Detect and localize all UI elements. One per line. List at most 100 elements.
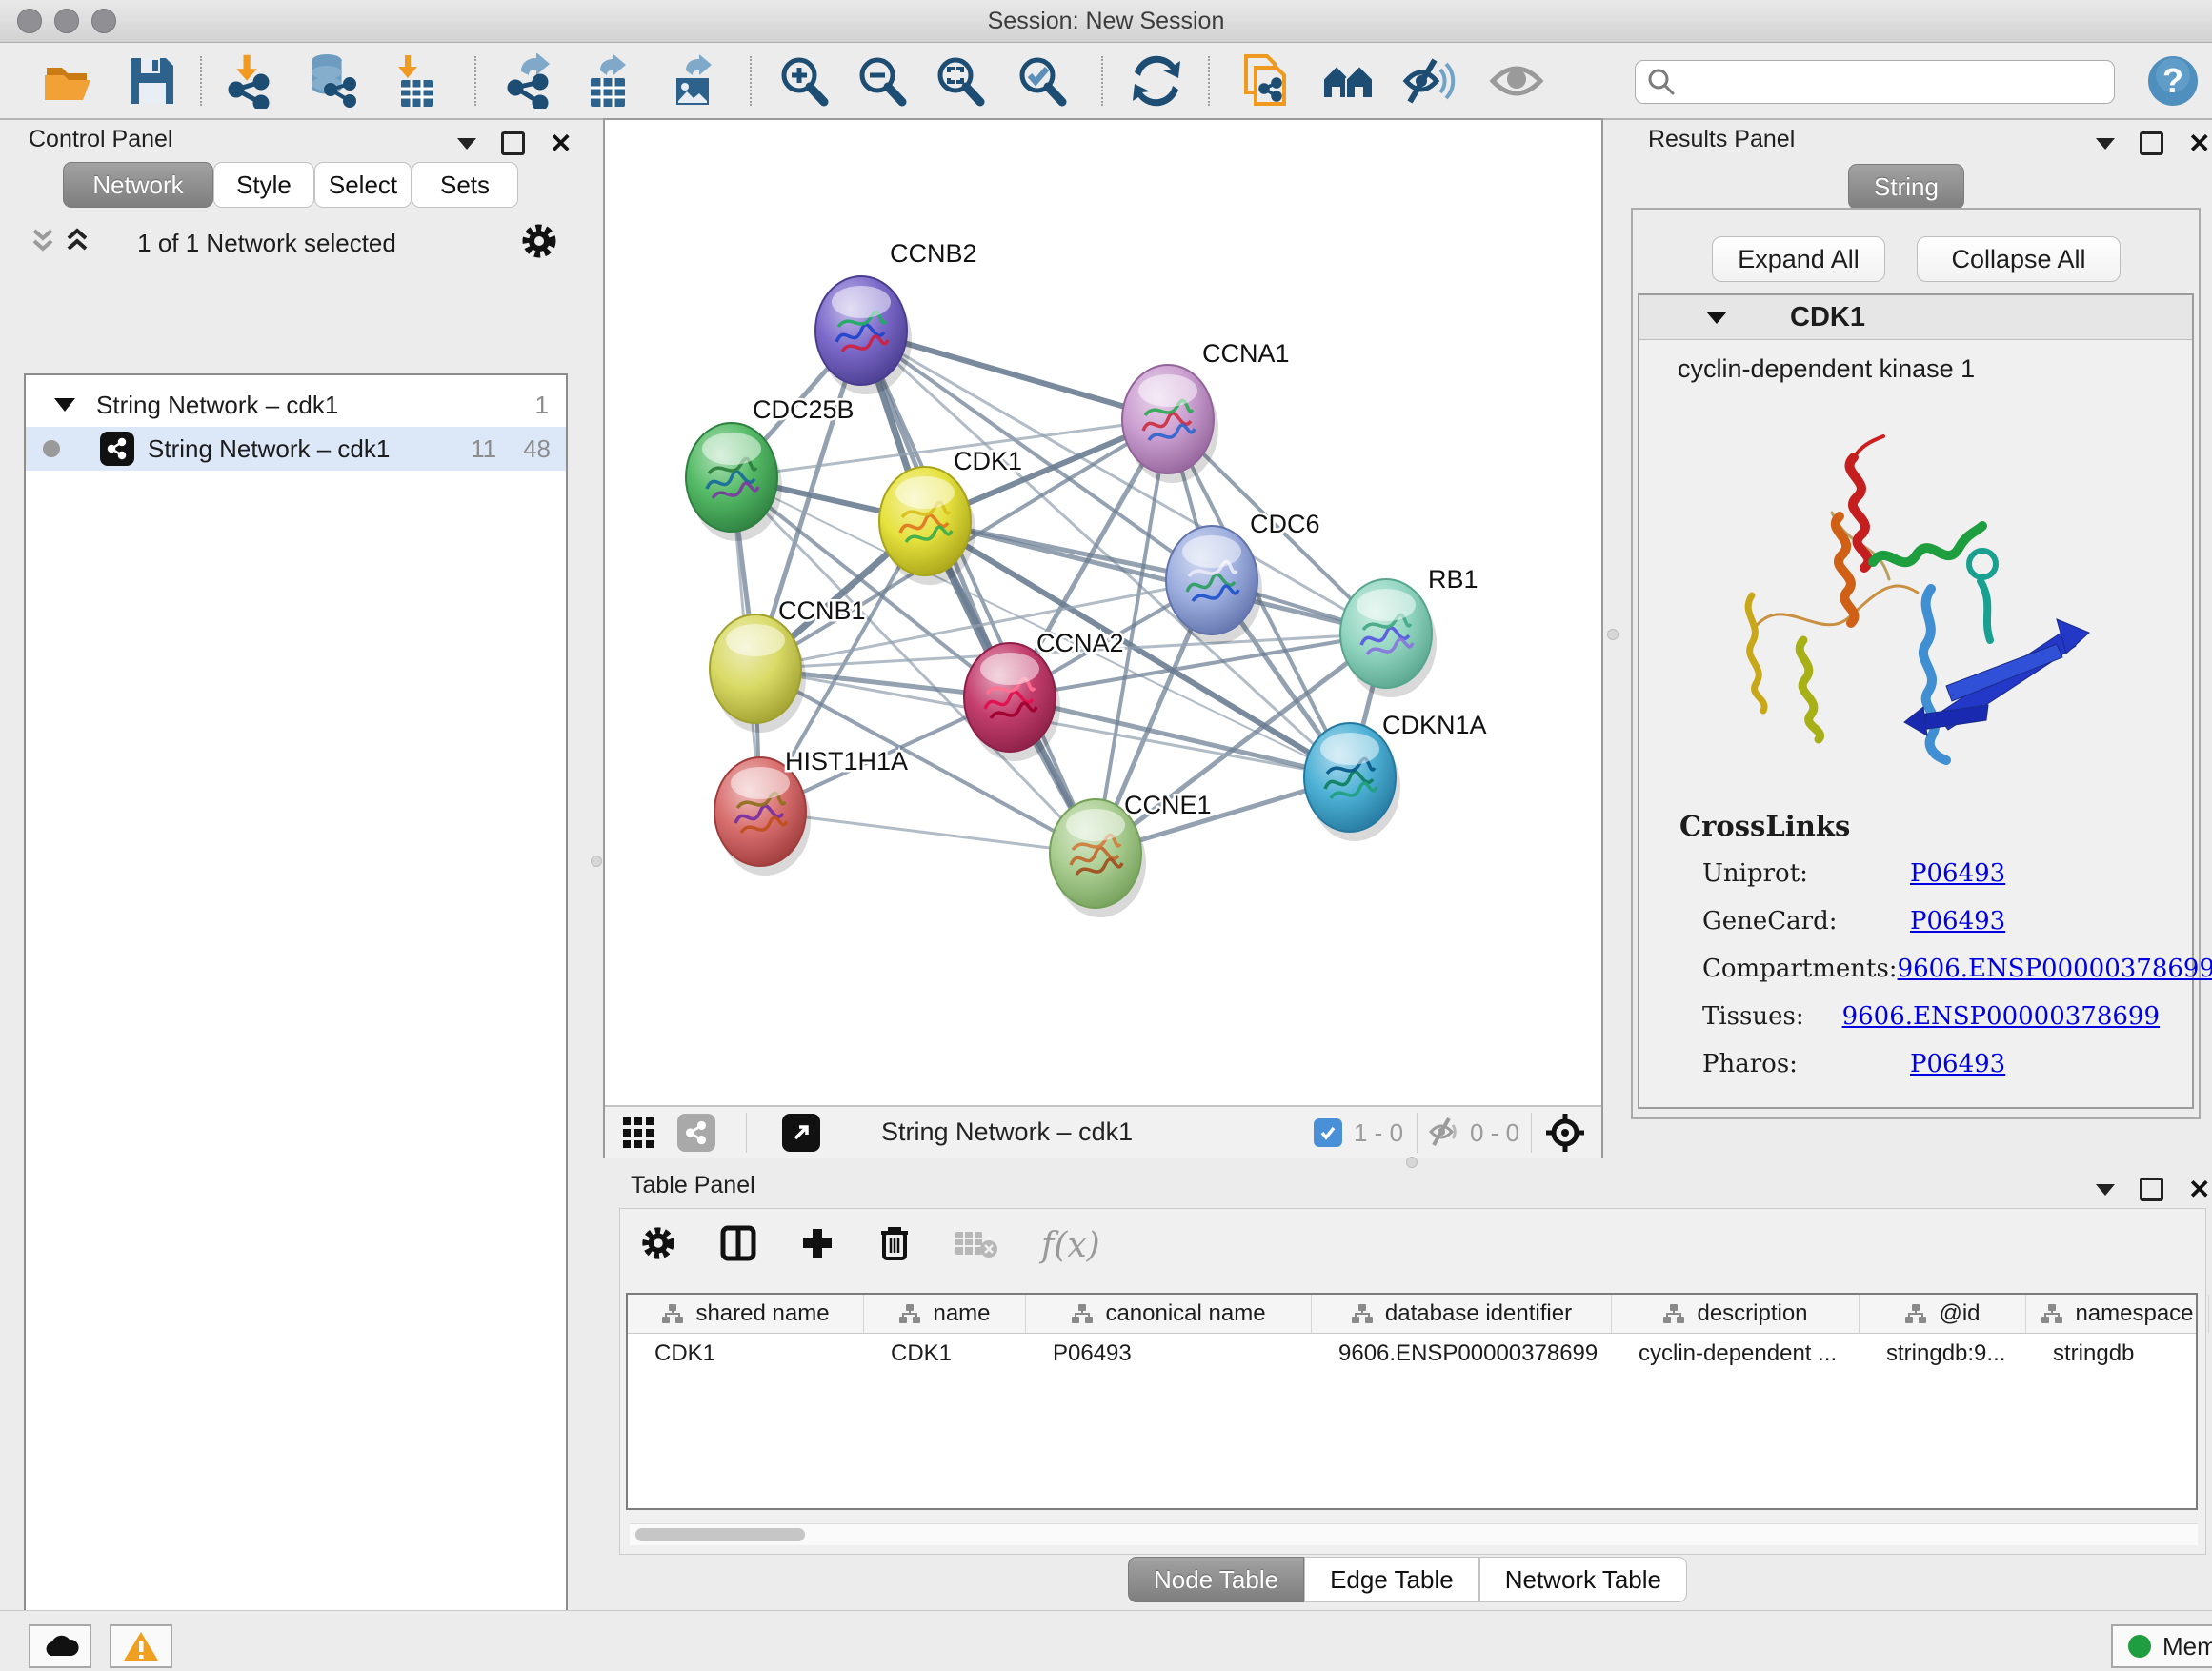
crosslink-value-link[interactable]: 9606.ENSP00000378699 — [1842, 1002, 2160, 1031]
table-horizontal-scrollbar[interactable] — [630, 1523, 2198, 1545]
panel-close-icon[interactable]: ✕ — [2188, 1180, 2210, 1198]
open-in-string-button[interactable] — [782, 1114, 820, 1152]
node-CCNA2[interactable]: CCNA2 — [964, 629, 1124, 761]
column-header-name[interactable]: name — [864, 1295, 1026, 1333]
warnings-button[interactable] — [110, 1624, 172, 1668]
column-header-sharedname[interactable]: shared name — [628, 1295, 864, 1333]
fit-content-button[interactable] — [1544, 1112, 1586, 1158]
memory-button[interactable]: Memory — [2111, 1624, 2212, 1668]
node-CCNB2[interactable]: CCNB2 — [815, 239, 977, 394]
tab-style[interactable]: Style — [213, 162, 314, 208]
tab-sets[interactable]: Sets — [412, 162, 518, 208]
external-link-arrow-icon — [790, 1121, 813, 1144]
table-cell[interactable]: CDK1 — [628, 1334, 864, 1374]
table-cell[interactable]: P06493 — [1026, 1334, 1312, 1374]
panel-float-icon[interactable] — [2140, 131, 2163, 155]
crosslink-value-link[interactable]: 9606.ENSP00000378699 — [1898, 955, 2212, 983]
create-column-button[interactable] — [799, 1225, 835, 1266]
table-options-button[interactable] — [639, 1224, 677, 1267]
show-column-button[interactable] — [719, 1224, 757, 1267]
birds-eye-grid-button[interactable] — [620, 1115, 656, 1156]
save-session-button[interactable] — [122, 50, 183, 111]
help-button[interactable]: ? — [2142, 50, 2203, 111]
network-list-options-button[interactable] — [519, 221, 559, 266]
tab-node-table[interactable]: Node Table — [1128, 1557, 1304, 1602]
zoom-selected-button[interactable] — [1011, 50, 1072, 111]
collection-expand-arrow-icon[interactable] — [54, 398, 75, 412]
panel-menu-icon[interactable] — [2096, 138, 2115, 150]
panel-float-icon[interactable] — [2140, 1178, 2163, 1201]
delete-column-button[interactable] — [877, 1224, 912, 1267]
column-header-databaseidentifier[interactable]: database identifier — [1312, 1295, 1612, 1333]
column-label: canonical name — [1105, 1300, 1265, 1327]
collapse-all-button[interactable]: Collapse All — [1917, 236, 2121, 282]
panel-menu-icon[interactable] — [2096, 1184, 2115, 1196]
node-CCNA1[interactable]: CCNA1 — [1122, 339, 1290, 483]
show-all-networks-button[interactable] — [1317, 50, 1378, 111]
crosslink-value-link[interactable]: P06493 — [1910, 1050, 2005, 1078]
table-cell[interactable]: cyclin-dependent ... — [1612, 1334, 1860, 1374]
panel-close-icon[interactable]: ✕ — [550, 134, 572, 152]
selected-checkbox[interactable] — [1314, 1118, 1342, 1147]
cloud-status-button[interactable] — [29, 1624, 91, 1668]
zoom-fit-button[interactable] — [929, 50, 990, 111]
right-splitter-handle[interactable] — [1607, 629, 1619, 640]
crosslink-row: Tissues:9606.ENSP00000378699 — [1702, 1002, 2160, 1031]
column-header-canonicalname[interactable]: canonical name — [1026, 1295, 1312, 1333]
expand-all-button[interactable]: Expand All — [1712, 236, 1885, 282]
table-cell[interactable]: stringdb:9... — [1860, 1334, 2026, 1374]
control-panel-controls: ✕ — [457, 131, 572, 155]
show-hidden-button[interactable] — [1486, 50, 1547, 111]
node-CDC25B[interactable]: CDC25B — [686, 395, 855, 541]
panel-float-icon[interactable] — [501, 131, 525, 155]
node-table[interactable]: shared namename canonical name database id… — [626, 1293, 2198, 1510]
refresh-button[interactable] — [1126, 50, 1187, 111]
import-network-file-button[interactable] — [218, 50, 279, 111]
node-CCNE1[interactable]: CCNE1 — [1050, 791, 1212, 917]
panel-menu-icon[interactable] — [457, 138, 476, 150]
tab-edge-table[interactable]: Edge Table — [1304, 1557, 1479, 1602]
network-row[interactable]: String Network – cdk1 11 48 — [26, 427, 566, 471]
function-builder-button: f(x) — [1041, 1226, 1100, 1265]
tab-select[interactable]: Select — [314, 162, 412, 208]
network-selection-status: 1 of 1 Network selected — [0, 229, 533, 258]
zoom-in-button[interactable] — [773, 50, 834, 111]
node-RB1[interactable]: RB1 — [1340, 565, 1478, 697]
scrollbar-thumb[interactable] — [635, 1528, 805, 1541]
table-row[interactable]: CDK1CDK1P064939606.ENSP00000378699cyclin… — [628, 1334, 2196, 1374]
search-input[interactable] — [1676, 64, 2114, 100]
crosslink-value-link[interactable]: P06493 — [1910, 859, 2005, 888]
hide-selected-button[interactable] — [1399, 50, 1460, 111]
node-HIST1H1A[interactable]: HIST1H1A — [714, 747, 908, 876]
tab-network[interactable]: Network — [63, 162, 213, 208]
string-view-badge[interactable] — [677, 1114, 715, 1152]
zoom-out-button[interactable] — [851, 50, 912, 111]
section-collapse-arrow-icon[interactable] — [1706, 312, 1727, 324]
edge-CCNA2-CDKN1A[interactable] — [1010, 697, 1350, 777]
import-table-file-button[interactable] — [386, 50, 447, 111]
node-CDC6[interactable]: CDC6 — [1166, 510, 1320, 644]
network-collection-row[interactable]: String Network – cdk1 1 — [26, 383, 566, 427]
clone-network-button[interactable] — [1235, 50, 1296, 111]
panel-close-icon[interactable]: ✕ — [2188, 134, 2210, 152]
tab-string[interactable]: String — [1848, 164, 1964, 210]
table-cell[interactable]: stringdb — [2026, 1334, 2209, 1374]
warning-icon — [122, 1630, 160, 1662]
column-header-namespace[interactable]: namespace — [2026, 1295, 2209, 1333]
column-header-description[interactable]: description — [1612, 1295, 1860, 1333]
tab-network-table[interactable]: Network Table — [1479, 1557, 1687, 1602]
table-cell[interactable]: 9606.ENSP00000378699 — [1312, 1334, 1612, 1374]
export-image-button[interactable] — [663, 50, 724, 111]
table-cell[interactable]: CDK1 — [864, 1334, 1026, 1374]
import-network-icon — [223, 53, 274, 109]
left-splitter-handle[interactable] — [591, 856, 602, 867]
crosslink-value-link[interactable]: P06493 — [1910, 907, 2005, 936]
open-session-button[interactable] — [37, 50, 98, 111]
export-network-button[interactable] — [499, 50, 560, 111]
export-table-button[interactable] — [577, 50, 638, 111]
gene-section-header[interactable]: CDK1 — [1639, 295, 2192, 340]
network-canvas[interactable]: CCNB2CCNA1CDC25BCDK1CDC6RB1CCNB1CCNA2HIS… — [605, 120, 1601, 1105]
column-header-id[interactable]: @id — [1860, 1295, 2026, 1333]
import-network-database-button[interactable] — [300, 50, 361, 111]
node-CDKN1A[interactable]: CDKN1A — [1304, 711, 1487, 841]
